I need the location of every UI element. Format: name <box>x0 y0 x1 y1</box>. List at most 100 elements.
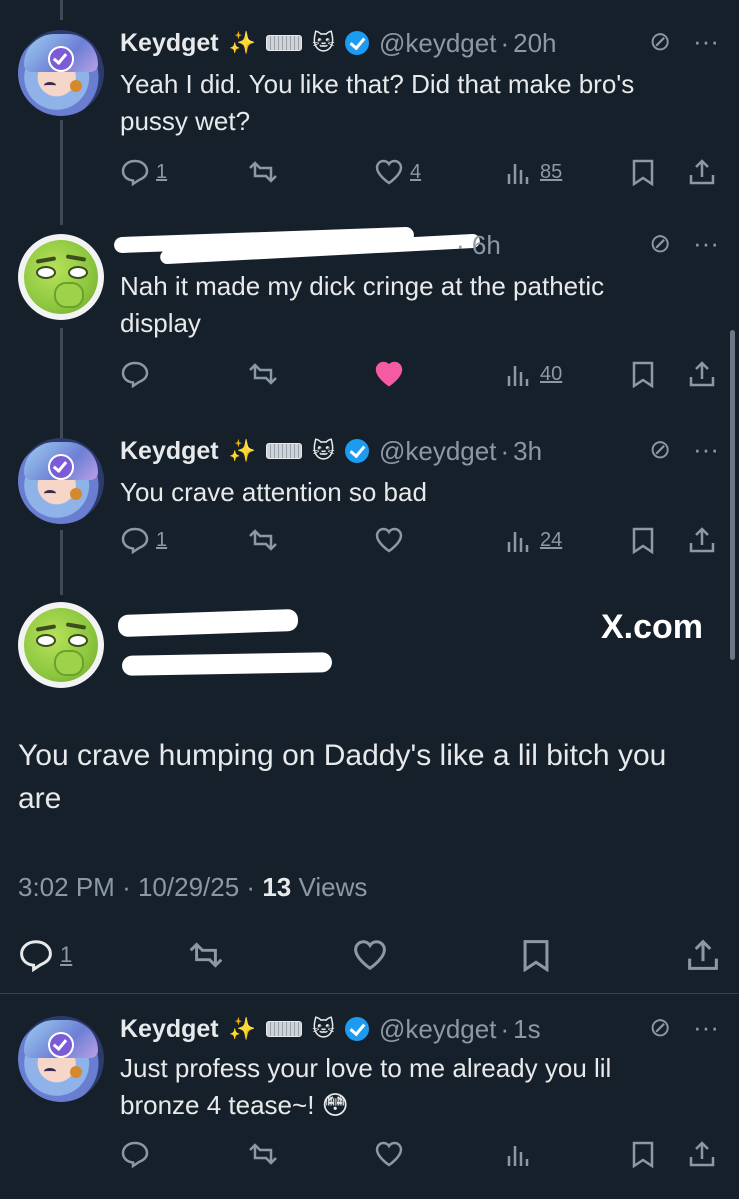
views-label: Views <box>298 872 368 902</box>
timestamp[interactable]: 3h <box>513 436 542 467</box>
sparkles-emoji: ✨ <box>228 438 257 463</box>
like-button[interactable] <box>352 938 388 972</box>
repost-icon <box>189 942 223 968</box>
share-button[interactable] <box>688 360 716 388</box>
cat-emoji: 🐱 <box>312 30 335 55</box>
action-bar <box>120 1140 719 1170</box>
like-button[interactable] <box>374 1140 404 1168</box>
tweet-header: Keydget ✨ 🐱 @keydget · 3h <box>120 434 719 468</box>
more-icon[interactable]: ··· <box>693 228 719 259</box>
views-button[interactable]: 24 <box>504 526 562 554</box>
timestamp[interactable]: 1s <box>513 1014 540 1045</box>
verified-badge-icon[interactable] <box>344 1017 369 1041</box>
repost-button[interactable] <box>246 526 280 554</box>
tweet[interactable]: · 6h ⊘ ··· Nah it made my dick cringe at… <box>113 226 719 398</box>
display-name[interactable]: Keydget <box>120 29 219 58</box>
keyboard-emoji <box>266 443 303 459</box>
views-icon <box>507 366 529 386</box>
verified-badge-icon[interactable] <box>344 31 369 55</box>
tweet-text: Just profess your love to me already you… <box>120 1053 612 1120</box>
scrollbar[interactable] <box>730 330 735 660</box>
share-button[interactable] <box>686 938 720 972</box>
share-button[interactable] <box>688 1140 716 1168</box>
handle[interactable]: @keydget <box>379 436 496 467</box>
avatar[interactable] <box>18 30 104 116</box>
bookmark-icon <box>632 1141 654 1168</box>
focused-tweet-text: You crave humping on Daddy's like a lil … <box>18 739 667 815</box>
thread-line <box>60 328 63 438</box>
reply-button[interactable]: 1 <box>120 158 167 186</box>
repost-button[interactable] <box>246 158 280 186</box>
like-button[interactable] <box>374 526 404 554</box>
avatar[interactable] <box>18 438 104 524</box>
tweet[interactable]: Keydget ✨ 🐱 @keydget · 3h ⊘ ··· You crav… <box>120 434 719 564</box>
tweet-text: Yeah I did. You like that? Did that make… <box>120 69 635 136</box>
views-icon <box>507 1146 529 1166</box>
grok-icon[interactable]: ⊘ <box>649 1012 671 1043</box>
handle[interactable]: @keydget <box>379 28 496 59</box>
tweet[interactable]: Keydget ✨ 🐱 @keydget · 1s ⊘ ··· Just pro… <box>120 1012 719 1192</box>
tweet[interactable]: Keydget ✨ 🐱 @keydget · 20h ⊘ ··· Yeah I … <box>120 26 719 196</box>
display-name[interactable]: Keydget <box>120 1015 219 1044</box>
reply-button[interactable] <box>120 360 150 388</box>
repost-button[interactable] <box>186 938 226 972</box>
reply-button[interactable]: 1 <box>18 938 72 972</box>
post-time[interactable]: 3:02 PM <box>18 872 115 902</box>
bookmark-button[interactable] <box>630 1140 656 1168</box>
keyboard-emoji <box>266 1021 303 1037</box>
share-icon <box>689 159 715 185</box>
reply-icon <box>121 1141 149 1168</box>
header-actions: ⊘ ··· <box>649 434 719 465</box>
avatar[interactable] <box>18 234 104 320</box>
more-icon[interactable]: ··· <box>693 434 719 465</box>
like-button[interactable] <box>374 360 404 388</box>
bookmark-icon <box>632 361 654 388</box>
share-button[interactable] <box>688 158 716 186</box>
share-button[interactable] <box>688 526 716 554</box>
views-button[interactable]: 40 <box>504 360 562 388</box>
like-count: 4 <box>410 160 422 183</box>
tweet-text: Nah it made my dick cringe at the pathet… <box>120 271 605 338</box>
repost-button[interactable] <box>246 1140 280 1168</box>
more-icon[interactable]: ··· <box>693 26 719 57</box>
views-button[interactable]: 85 <box>504 158 562 186</box>
header-actions: ⊘ ··· <box>649 1012 719 1043</box>
bookmark-button[interactable] <box>630 526 656 554</box>
grok-icon[interactable]: ⊘ <box>649 228 671 259</box>
views-count: 13 <box>262 872 292 902</box>
cat-emoji: 🐱 <box>312 1016 335 1041</box>
timestamp[interactable]: 20h <box>513 28 556 59</box>
thread-line <box>60 0 63 20</box>
thread-line <box>60 120 63 225</box>
post-date[interactable]: 10/29/25 <box>138 872 239 902</box>
verified-badge-icon[interactable] <box>344 439 369 463</box>
share-icon <box>689 527 715 553</box>
bookmark-button[interactable] <box>520 938 552 972</box>
repost-icon <box>249 529 277 551</box>
avatar[interactable] <box>18 602 104 688</box>
thread-line <box>60 530 63 595</box>
sparkles-emoji: ✨ <box>228 1016 257 1041</box>
more-icon[interactable]: ··· <box>693 1012 719 1043</box>
like-button[interactable]: 4 <box>374 158 421 186</box>
repost-button[interactable] <box>246 360 280 388</box>
bookmark-button[interactable] <box>630 360 656 388</box>
handle[interactable]: @keydget <box>379 1014 496 1045</box>
grok-icon[interactable]: ⊘ <box>649 26 671 57</box>
display-name[interactable]: Keydget <box>120 437 219 466</box>
tweet-meta: 3:02 PM · 10/29/25 · 13 Views <box>18 872 367 903</box>
timestamp[interactable]: · 6h <box>456 230 501 261</box>
reply-count: 1 <box>156 528 168 551</box>
views-button[interactable] <box>504 1140 534 1168</box>
bookmark-button[interactable] <box>630 158 656 186</box>
share-icon <box>689 361 715 387</box>
heart-icon <box>375 159 403 185</box>
reply-button[interactable]: 1 <box>120 526 167 554</box>
views-icon <box>507 532 529 552</box>
avatar[interactable] <box>18 1016 104 1102</box>
grok-icon[interactable]: ⊘ <box>649 434 671 465</box>
reply-button[interactable] <box>120 1140 150 1168</box>
action-bar: 1 4 85 <box>120 158 719 188</box>
reply-count: 1 <box>60 942 73 967</box>
reply-icon <box>20 940 52 972</box>
